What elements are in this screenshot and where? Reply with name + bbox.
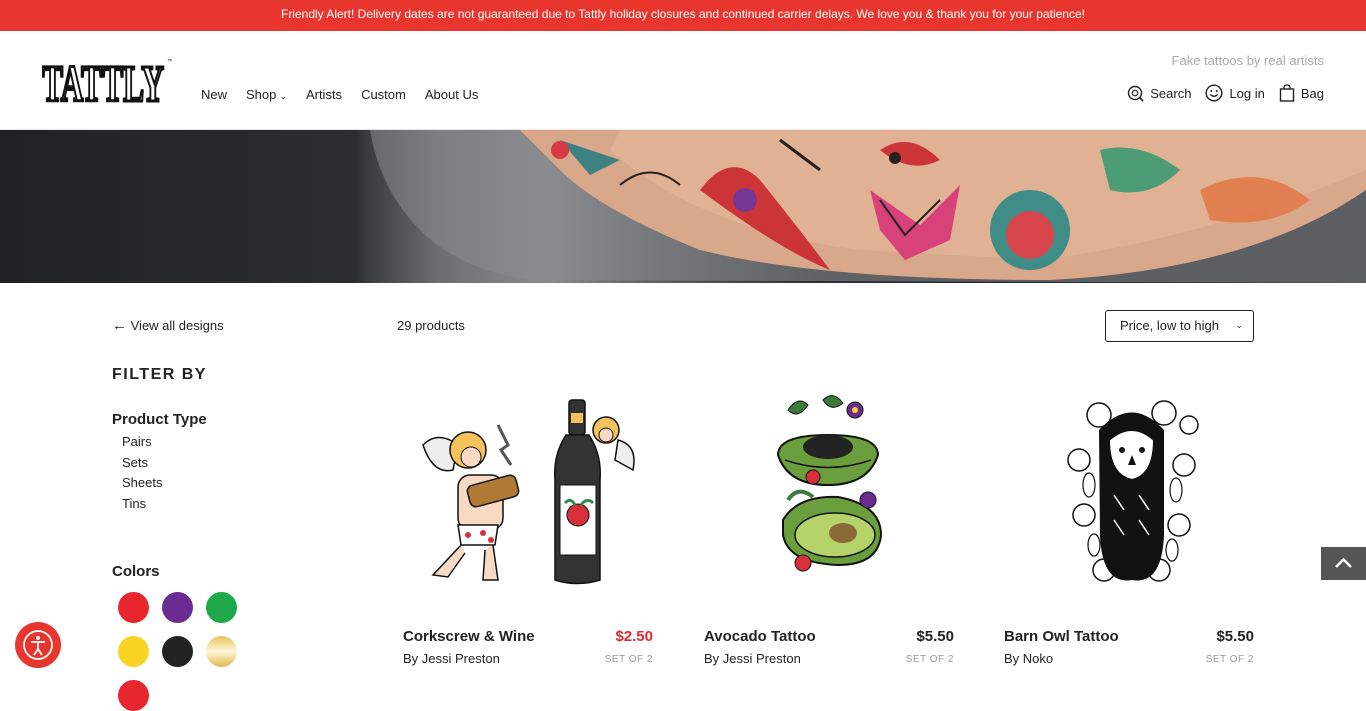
main-nav: New Shop ⌄ Artists Custom About Us xyxy=(201,87,497,102)
login-label: Log in xyxy=(1229,85,1265,101)
colors-heading: Colors xyxy=(112,563,160,580)
product-artist[interactable]: By Jessi Preston xyxy=(704,651,801,666)
bag-button[interactable]: Bag xyxy=(1279,84,1324,102)
filter-sheets[interactable]: Sheets xyxy=(122,475,162,496)
svg-text:TATTLY: TATTLY xyxy=(42,56,164,107)
nav-shop[interactable]: Shop ⌄ xyxy=(246,87,287,102)
announcement-text: Friendly Alert! Delivery dates are not g… xyxy=(280,7,1085,21)
color-swatch-purple[interactable] xyxy=(162,592,193,623)
bag-icon xyxy=(1279,84,1295,102)
product-image-barn-owl[interactable] xyxy=(1004,385,1254,595)
back-link-label: View all designs xyxy=(130,318,224,333)
tagline: Fake tattoos by real artists xyxy=(1171,53,1324,68)
search-icon xyxy=(1128,85,1144,102)
filter-sets[interactable]: Sets xyxy=(122,455,162,476)
chevron-down-icon: ⌄ xyxy=(279,91,287,101)
nav-shop-label: Shop xyxy=(246,87,277,102)
product-artist[interactable]: By Jessi Preston xyxy=(403,651,500,666)
product-price: $5.50 xyxy=(1216,628,1254,645)
chevron-up-icon xyxy=(1335,557,1352,568)
filter-pairs[interactable]: Pairs xyxy=(122,434,162,455)
product-count: 29 products xyxy=(397,318,465,333)
chevron-down-icon: ⌄ xyxy=(1235,320,1243,330)
product-set-size: SET OF 2 xyxy=(905,654,954,665)
nav-custom[interactable]: Custom xyxy=(361,87,406,102)
product-image-avocado[interactable] xyxy=(703,385,953,595)
color-swatch-red[interactable] xyxy=(118,592,149,623)
svg-text:™: ™ xyxy=(167,58,172,65)
color-swatch-green[interactable] xyxy=(206,592,237,623)
color-swatch-black[interactable] xyxy=(162,636,193,667)
product-type-heading: Product Type xyxy=(112,411,207,428)
product-price-sale: $2.50 xyxy=(615,628,653,645)
back-to-top-button[interactable] xyxy=(1321,547,1366,580)
product-price: $5.50 xyxy=(916,628,954,645)
login-button[interactable]: Log in xyxy=(1205,84,1265,102)
search-label: Search xyxy=(1150,85,1192,101)
product-image-corkscrew-wine[interactable] xyxy=(403,385,653,595)
tattly-logo[interactable]: TATTLY ™ xyxy=(42,55,172,107)
site-header: TATTLY ™ New Shop ⌄ Artists Custom About … xyxy=(0,31,1366,130)
product-name[interactable]: Barn Owl Tattoo xyxy=(1004,628,1119,645)
filter-tins[interactable]: Tins xyxy=(122,496,162,517)
accessibility-icon xyxy=(23,630,53,660)
header-utilities: Search Log in Bag xyxy=(1113,84,1324,102)
bag-label: Bag xyxy=(1300,85,1324,101)
product-set-size: SET OF 2 xyxy=(1205,654,1254,665)
color-swatch-yellow[interactable] xyxy=(118,636,149,667)
filter-heading: FILTER BY xyxy=(112,366,207,383)
product-type-list: Pairs Sets Sheets Tins xyxy=(122,434,162,517)
color-swatch-red-2[interactable] xyxy=(118,680,149,711)
product-set-size: SET OF 2 xyxy=(604,654,653,665)
sort-value: Price, low to high xyxy=(1120,318,1219,333)
product-artist[interactable]: By Noko xyxy=(1004,651,1053,666)
nav-new[interactable]: New xyxy=(201,87,227,102)
accessibility-button[interactable] xyxy=(15,622,61,668)
search-button[interactable]: Search xyxy=(1127,85,1191,102)
product-name[interactable]: Avocado Tattoo xyxy=(704,628,816,645)
product-name[interactable]: Corkscrew & Wine xyxy=(403,628,535,645)
color-swatch-gold[interactable] xyxy=(206,636,237,667)
nav-artists[interactable]: Artists xyxy=(306,87,342,102)
nav-about-us[interactable]: About Us xyxy=(425,87,478,102)
hero-banner xyxy=(0,130,1366,283)
view-all-designs-link[interactable]: ← View all designs xyxy=(112,317,224,334)
smiley-icon xyxy=(1205,84,1223,102)
announcement-bar: Friendly Alert! Delivery dates are not g… xyxy=(0,0,1366,31)
arrow-left-icon: ← xyxy=(112,317,127,334)
sort-select[interactable]: Price, low to high ⌄ xyxy=(1105,310,1254,342)
tattooed-arm-image xyxy=(370,130,1366,283)
